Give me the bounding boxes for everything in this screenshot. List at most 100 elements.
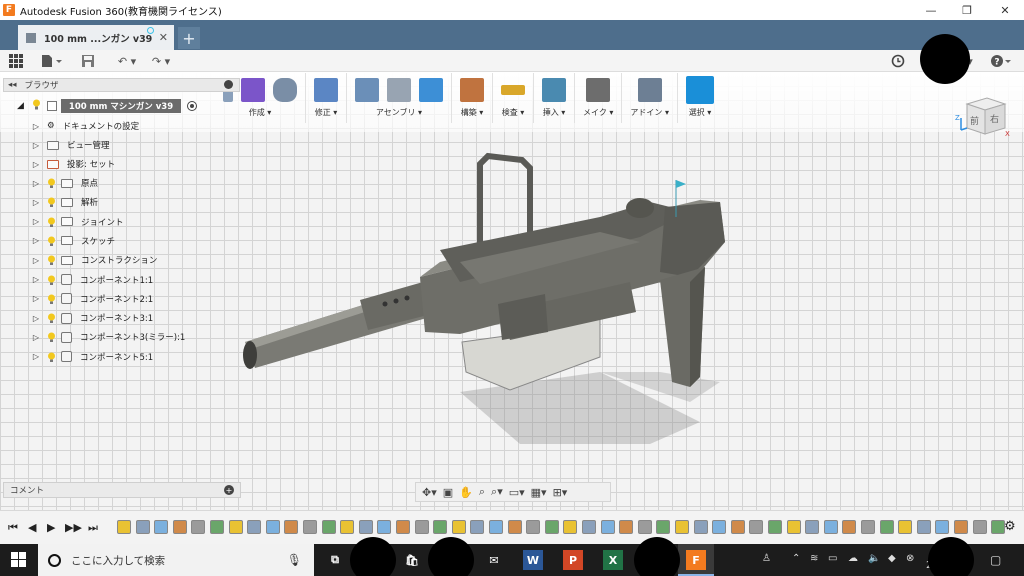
timeline-feature-icon[interactable] bbox=[321, 520, 336, 534]
timeline-feature-icon[interactable] bbox=[675, 520, 689, 534]
timeline-feature-icon[interactable] bbox=[247, 520, 262, 534]
expand-arrow-icon[interactable]: ▷ bbox=[31, 140, 41, 150]
toolbar-group-make[interactable]: メイク ▾ bbox=[575, 73, 623, 123]
network-icon[interactable]: ≋ bbox=[810, 553, 818, 564]
timeline-feature-icon[interactable] bbox=[451, 520, 466, 534]
timeline-feature-icon[interactable] bbox=[582, 520, 596, 534]
timeline-feature-icon[interactable] bbox=[377, 520, 392, 534]
expand-arrow-icon[interactable]: ▷ bbox=[31, 352, 41, 362]
undo-icon[interactable]: ↶ ▾ bbox=[112, 53, 142, 69]
view-cube[interactable]: 前 右 Z X bbox=[955, 90, 1011, 142]
modify-menu-label[interactable]: 修正 ▾ bbox=[315, 107, 338, 118]
document-tab[interactable]: 100 mm ...ンガン v39 ✕ bbox=[18, 25, 174, 50]
timeline-feature-icon[interactable] bbox=[414, 520, 429, 534]
timeline-feature-icon[interactable] bbox=[916, 520, 931, 534]
timeline-feature-icon[interactable] bbox=[861, 520, 875, 534]
timeline-feature-icon[interactable] bbox=[154, 520, 169, 534]
lightbulb-icon[interactable] bbox=[47, 178, 56, 188]
expand-arrow-icon[interactable]: ▷ bbox=[31, 217, 41, 227]
lightbulb-icon[interactable] bbox=[47, 294, 56, 304]
timeline-feature-icon[interactable] bbox=[526, 520, 541, 534]
joint-icon[interactable] bbox=[387, 78, 411, 102]
toolbar-group-select[interactable]: 選択 ▾ bbox=[678, 73, 722, 123]
file-menu-icon[interactable] bbox=[40, 53, 62, 69]
notifications-icon[interactable]: ▢ bbox=[990, 553, 1001, 567]
word-icon[interactable]: W bbox=[523, 550, 543, 570]
timeline-feature-icon[interactable] bbox=[358, 520, 373, 534]
timeline-feature-icon[interactable] bbox=[210, 520, 224, 534]
extrude-icon[interactable] bbox=[273, 78, 297, 102]
zoom-fit-icon[interactable]: ⌕▾ bbox=[491, 485, 503, 499]
volume-icon[interactable]: 🔈 bbox=[868, 553, 880, 564]
expand-arrow-icon[interactable]: ▷ bbox=[31, 236, 41, 246]
timeline-feature-icon[interactable] bbox=[879, 520, 894, 534]
powerpoint-icon[interactable]: P bbox=[563, 550, 583, 570]
timeline-feature-icon[interactable] bbox=[172, 520, 187, 534]
expand-arrow-icon[interactable]: ▷ bbox=[31, 197, 41, 207]
dropbox-icon[interactable]: ◆ bbox=[888, 553, 896, 564]
collapse-browser-icon[interactable]: ◂◂ bbox=[8, 80, 17, 90]
add-comment-icon[interactable]: + bbox=[224, 485, 234, 495]
browser-item[interactable]: ▷ ジョイント bbox=[31, 213, 124, 231]
expand-arrow-icon[interactable]: ▷ bbox=[31, 313, 41, 323]
browser-header[interactable]: ◂◂ ブラウザ bbox=[3, 78, 240, 92]
timeline-first-icon[interactable]: ⏮ bbox=[8, 521, 18, 535]
expand-arrow-icon[interactable]: ▷ bbox=[31, 159, 41, 169]
browser-item[interactable]: ▷ コンポーネント3:1 bbox=[31, 309, 153, 327]
offset-plane-icon[interactable] bbox=[460, 78, 484, 102]
toolbar-group-addins[interactable]: アドイン ▾ bbox=[622, 73, 678, 123]
lightbulb-icon[interactable] bbox=[47, 236, 56, 246]
timeline-feature-icon[interactable] bbox=[135, 520, 150, 534]
toolbar-group-modify[interactable]: 修正 ▾ bbox=[306, 73, 347, 123]
lightbulb-icon[interactable] bbox=[47, 313, 56, 324]
grid-icon[interactable]: ▦▾ bbox=[531, 486, 547, 499]
browser-item[interactable]: ▷ スケッチ bbox=[31, 232, 115, 250]
lightbulb-icon[interactable] bbox=[47, 255, 56, 266]
timeline-feature-icon[interactable] bbox=[768, 520, 782, 534]
task-view-icon[interactable]: ⧉ bbox=[325, 550, 345, 570]
timeline-feature-icon[interactable] bbox=[656, 520, 671, 534]
browser-item-named-views[interactable]: ▷ 投影: セット bbox=[31, 155, 115, 173]
minimize-button[interactable]: — bbox=[914, 0, 948, 20]
timeline-feature-icon[interactable] bbox=[712, 520, 727, 534]
timeline-last-icon[interactable]: ⏭ bbox=[88, 521, 98, 535]
timeline-feature-icon[interactable] bbox=[507, 520, 522, 534]
timeline-feature-icon[interactable] bbox=[693, 520, 708, 534]
timeline-feature-icon[interactable] bbox=[786, 520, 801, 534]
browser-item[interactable]: ▷ コンポーネント2:1 bbox=[31, 290, 153, 308]
browser-item[interactable]: ▷ 原点 bbox=[31, 174, 98, 192]
timeline-feature-icon[interactable] bbox=[563, 520, 578, 534]
timeline-feature-icon[interactable] bbox=[544, 520, 559, 534]
timeline-settings-gear-icon[interactable]: ⚙ bbox=[1004, 519, 1016, 534]
orbit-icon[interactable]: ✥▾ bbox=[422, 486, 437, 499]
timeline-back-icon[interactable]: ◀ bbox=[28, 521, 36, 534]
browser-item[interactable]: ▷ コンポーネント5:1 bbox=[31, 348, 153, 366]
timeline-feature-icon[interactable] bbox=[600, 520, 615, 534]
expand-arrow-icon[interactable]: ▷ bbox=[31, 121, 41, 131]
lightbulb-icon[interactable] bbox=[47, 217, 56, 227]
people-icon[interactable]: ♙ bbox=[762, 553, 771, 564]
timeline-feature-icon[interactable] bbox=[470, 520, 485, 534]
timeline-feature-icon[interactable] bbox=[730, 520, 745, 534]
select-icon[interactable] bbox=[685, 76, 714, 104]
collapse-arrow-icon[interactable]: ◢ bbox=[17, 101, 24, 111]
microphone-icon[interactable]: 🎙 bbox=[287, 553, 302, 567]
press-pull-icon[interactable] bbox=[314, 78, 338, 102]
redo-icon[interactable]: ↷ ▾ bbox=[146, 53, 176, 69]
inspect-menu-label[interactable]: 検査 ▾ bbox=[502, 107, 525, 118]
status-error-icon[interactable]: ⊗ bbox=[906, 553, 914, 564]
make-3dprint-icon[interactable] bbox=[586, 78, 611, 102]
onedrive-icon[interactable]: ☁ bbox=[848, 553, 858, 564]
display-settings-icon[interactable]: ▭▾ bbox=[509, 486, 525, 499]
new-tab-button[interactable]: + bbox=[178, 27, 200, 49]
browser-item[interactable]: ▷ コンポーネント3(ミラー):1 bbox=[31, 328, 185, 346]
viewports-icon[interactable]: ⊞▾ bbox=[553, 486, 568, 499]
lightbulb-icon[interactable] bbox=[47, 275, 56, 285]
assemble-menu-label[interactable]: アセンブリ ▾ bbox=[376, 107, 422, 118]
timeline-feature-icon[interactable] bbox=[842, 520, 857, 534]
browser-minimize-icon[interactable] bbox=[224, 80, 233, 89]
expand-arrow-icon[interactable]: ▷ bbox=[31, 332, 41, 342]
show-hidden-icons-icon[interactable]: ⌃ bbox=[792, 553, 800, 564]
timeline-feature-icon[interactable] bbox=[191, 520, 206, 534]
restore-button[interactable]: ❐ bbox=[950, 0, 984, 20]
